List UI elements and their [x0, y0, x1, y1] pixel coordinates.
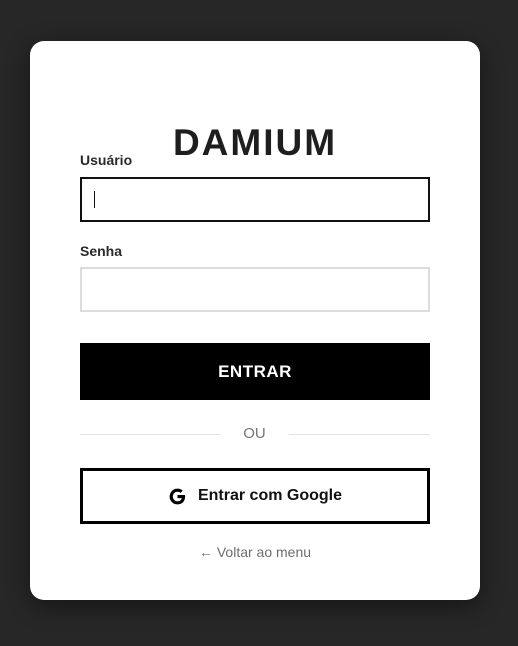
text-caret [94, 191, 95, 208]
google-login-button[interactable]: Entrar com Google [80, 468, 430, 524]
login-button[interactable]: ENTRAR [80, 343, 430, 400]
password-label: Senha [80, 243, 123, 259]
google-g-icon [168, 487, 187, 506]
login-card: DAMIUM Usuário Senha ENTRAR OU Entrar co… [30, 41, 480, 600]
username-label: Usuário [80, 152, 133, 168]
divider-line-left [80, 434, 220, 435]
back-to-menu-link[interactable]: ← Voltar ao menu [30, 543, 480, 561]
google-login-label: Entrar com Google [197, 487, 343, 504]
divider-text: OU [243, 425, 266, 442]
password-input[interactable] [80, 267, 430, 312]
username-input[interactable] [80, 177, 430, 222]
divider-line-right [289, 434, 430, 435]
